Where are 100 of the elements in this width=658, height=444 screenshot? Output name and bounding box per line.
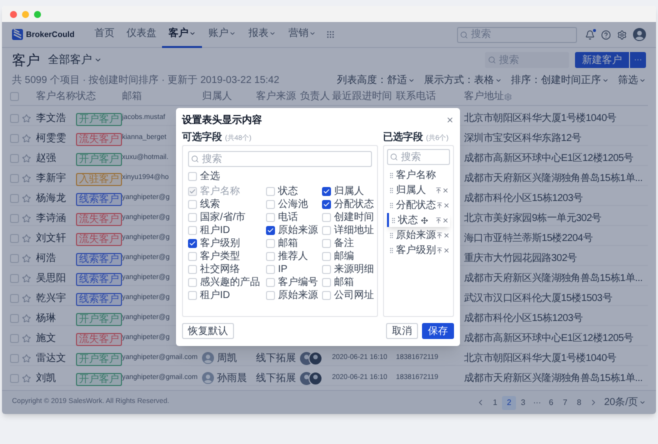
customer-name: 李文浩 — [36, 112, 66, 126]
address: 成都市天府新区兴隆湖独角兽岛15栋1单... — [464, 272, 642, 286]
status-tag: 流失客户 — [76, 133, 122, 146]
owner-name: 孙雨晨 — [217, 372, 247, 386]
page-number[interactable]: 6 — [544, 396, 558, 410]
checkbox-label: 来源明细 — [334, 262, 374, 276]
address: 成都市高新区环球中心E1区12楼1205号 — [464, 152, 634, 166]
status-tag: 流失客户 — [76, 333, 122, 346]
search-field[interactable]: 搜索 — [387, 149, 450, 165]
checkbox-label: 租户ID — [200, 288, 230, 303]
selected-field[interactable]: 原始来源 — [387, 228, 450, 242]
customer-name: 赵强 — [36, 152, 56, 166]
page-number[interactable]: 8 — [572, 396, 586, 410]
help-icon[interactable] — [601, 30, 611, 40]
status-tag: 线索客户 — [76, 293, 122, 306]
option-dropdown[interactable]: 列表高度：舒适 — [337, 72, 415, 88]
star-icon[interactable] — [22, 374, 31, 382]
remove-icon[interactable] — [443, 246, 450, 254]
search-icon — [191, 155, 199, 163]
star-icon[interactable] — [22, 114, 31, 122]
status-tag: 开户客户 — [76, 353, 122, 366]
star-icon[interactable] — [22, 334, 31, 342]
checkbox-label: 备注 — [334, 236, 354, 250]
star-icon[interactable] — [22, 174, 31, 182]
star-icon[interactable] — [22, 234, 31, 242]
star-icon[interactable] — [22, 214, 31, 222]
remove-icon[interactable] — [443, 232, 450, 238]
address: 深圳市宝安区科华东路12号 — [464, 132, 582, 146]
remove-icon[interactable] — [442, 186, 449, 194]
grid-icon[interactable] — [326, 30, 336, 39]
selected-field[interactable]: 状态 — [387, 213, 450, 227]
caret-icon — [602, 76, 609, 84]
save-button[interactable]: 保存 — [422, 323, 454, 339]
checkbox-label: 客户类型 — [200, 250, 240, 264]
address: 北京市朝阳区科华大厦1号楼1040号 — [464, 352, 616, 366]
page-number[interactable]: 3 — [516, 396, 530, 410]
page-number[interactable]: ··· — [530, 396, 544, 410]
checkbox-label: 客户级别 — [200, 236, 240, 250]
reset-button[interactable]: 恢复默认 — [182, 323, 234, 339]
status-tag: 开户客户 — [76, 313, 122, 326]
checkbox-label: 国家/省/市 — [200, 210, 246, 224]
new-customer-button[interactable]: 新建客户 — [575, 52, 629, 68]
pin-to-top-icon[interactable] — [435, 216, 442, 224]
settings-icon[interactable] — [617, 30, 627, 40]
star-icon[interactable] — [22, 134, 31, 142]
address: 成都市高新区环球中心E1区12楼1205号 — [464, 332, 634, 346]
close-icon[interactable] — [446, 116, 454, 124]
selected-field[interactable]: 客户名称 — [387, 168, 450, 182]
selected-field[interactable]: 归属人 — [387, 183, 450, 197]
pin-to-top-icon[interactable] — [436, 246, 443, 254]
selected-field[interactable]: 客户级别 — [387, 243, 450, 257]
page-number[interactable]: 7 — [558, 396, 572, 410]
star-icon[interactable] — [22, 294, 31, 302]
customer-name: 李诗涵 — [36, 212, 66, 226]
search-field[interactable]: 搜索 — [457, 26, 577, 42]
column-header: 邮箱 — [122, 90, 142, 104]
star-icon[interactable] — [22, 274, 31, 282]
view-dropdown[interactable]: 全部客户 — [48, 52, 102, 68]
field-label: 分配状态 — [396, 198, 436, 212]
settings-icon[interactable] — [504, 92, 512, 100]
pin-to-top-icon[interactable] — [435, 186, 442, 194]
star-icon[interactable] — [22, 194, 31, 202]
search-field[interactable]: 搜索 — [188, 151, 372, 167]
checkbox[interactable] — [322, 200, 331, 209]
column-header: 负责人 — [300, 90, 330, 104]
customer-name: 杨琳 — [36, 312, 56, 326]
checkbox-label: 邮箱 — [278, 236, 298, 250]
source: 线下拓展 — [256, 352, 296, 366]
pin-to-top-icon[interactable] — [436, 232, 443, 238]
status-tag: 开户客户 — [76, 373, 122, 386]
notification-icon[interactable] — [585, 30, 595, 40]
remove-icon[interactable] — [442, 216, 449, 224]
page-number[interactable]: 2 — [502, 396, 516, 410]
cancel-button[interactable]: 取消 — [386, 323, 418, 339]
checkbox[interactable] — [266, 226, 275, 235]
remove-icon[interactable] — [443, 202, 450, 208]
address: 成都市天府新区兴隆湖独角兽岛15栋1单... — [464, 172, 642, 186]
pin-to-top-icon[interactable] — [436, 202, 443, 208]
star-icon[interactable] — [22, 254, 31, 262]
more-button[interactable]: ··· — [630, 52, 646, 68]
star-icon[interactable] — [22, 354, 31, 362]
customer-name: 杨海龙 — [36, 192, 66, 206]
checkbox[interactable] — [188, 239, 197, 248]
page-size-dropdown[interactable]: 20条/页 — [604, 395, 646, 410]
option-dropdown[interactable]: 排序：创建时间正序 — [511, 72, 609, 88]
status-tag: 线索客户 — [76, 253, 122, 266]
checkbox[interactable] — [322, 187, 331, 196]
field-label: 客户名称 — [396, 168, 436, 182]
address: 成都市科伦小区15栋1203号 — [464, 312, 583, 326]
customer-name: 李新宇 — [36, 172, 66, 186]
option-dropdown[interactable]: 展示方式：表格 — [424, 72, 502, 88]
option-dropdown[interactable]: 筛选 — [618, 72, 646, 88]
page-number[interactable]: 1 — [488, 396, 502, 410]
checkbox-label: 线索 — [200, 198, 220, 212]
caret-icon — [94, 56, 102, 64]
checkbox-label: IP — [278, 263, 288, 276]
selected-field[interactable]: 分配状态 — [387, 198, 450, 212]
star-icon[interactable] — [22, 314, 31, 322]
star-icon[interactable] — [22, 154, 31, 162]
address: 北京市朝阳区科华大厦1号楼1040号 — [464, 112, 616, 126]
